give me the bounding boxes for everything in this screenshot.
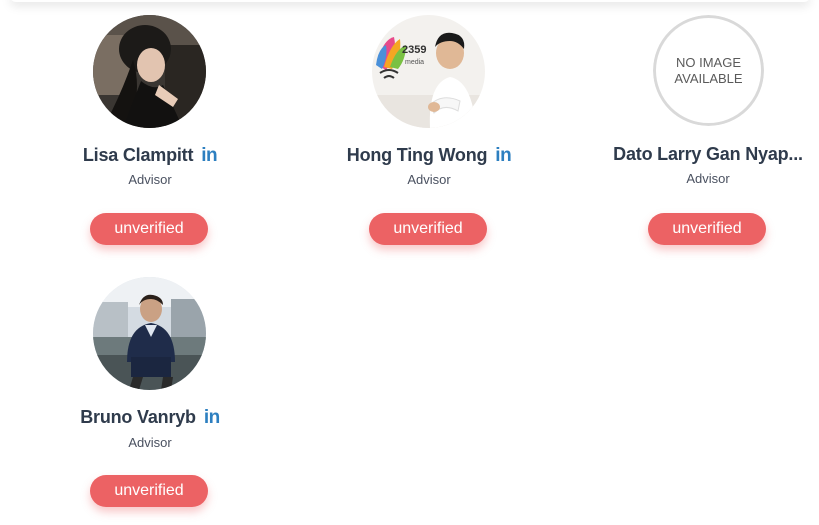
- status-badge[interactable]: unverified: [90, 475, 208, 507]
- advisor-name: Dato Larry Gan Nyap...: [613, 143, 803, 164]
- advisor-role: Advisor: [128, 435, 172, 450]
- linkedin-icon[interactable]: in: [201, 146, 217, 165]
- name-row: Bruno Vanryb in: [25, 405, 275, 429]
- advisor-card: Bruno Vanryb in Advisor unverified: [25, 277, 275, 517]
- status-badge[interactable]: unverified: [369, 213, 487, 245]
- status-badge[interactable]: unverified: [90, 213, 208, 245]
- avatar: 2359 media: [372, 15, 485, 128]
- avatar-photo: [93, 15, 206, 128]
- advisor-card: Lisa Clampitt in Advisor unverified: [25, 15, 275, 255]
- advisor-role: Advisor: [686, 171, 730, 186]
- avatar: [93, 277, 206, 390]
- avatar: [93, 15, 206, 128]
- advisor-card: 2359 media Hong Ting Wong in Advisor unv…: [304, 15, 554, 255]
- advisor-name: Lisa Clampitt: [82, 144, 194, 165]
- advisor-card: NO IMAGE AVAILABLE Dato Larry Gan Nyap..…: [583, 15, 819, 255]
- avatar-photo: [93, 277, 206, 390]
- name-row: Lisa Clampitt in: [25, 143, 275, 167]
- advisor-role: Advisor: [407, 172, 451, 187]
- no-image-text: NO IMAGE: [675, 54, 741, 70]
- no-image-placeholder: NO IMAGE AVAILABLE: [653, 15, 764, 126]
- photo-logo-word: media: [405, 59, 424, 66]
- advisor-name: Hong Ting Wong: [346, 144, 488, 165]
- linkedin-icon[interactable]: in: [204, 408, 220, 427]
- advisor-role: Advisor: [128, 172, 172, 187]
- avatar: NO IMAGE AVAILABLE: [653, 15, 764, 126]
- photo-logo-number: 2359: [402, 44, 426, 56]
- no-image-text: AVAILABLE: [674, 70, 743, 86]
- name-row: Dato Larry Gan Nyap...: [583, 142, 819, 166]
- name-row: Hong Ting Wong in: [304, 143, 554, 167]
- avatar-photo: 2359 media: [372, 15, 485, 128]
- linkedin-icon[interactable]: in: [495, 146, 511, 165]
- advisor-name: Bruno Vanryb: [80, 406, 196, 427]
- status-badge[interactable]: unverified: [648, 213, 766, 245]
- top-panel-edge: [10, 0, 810, 2]
